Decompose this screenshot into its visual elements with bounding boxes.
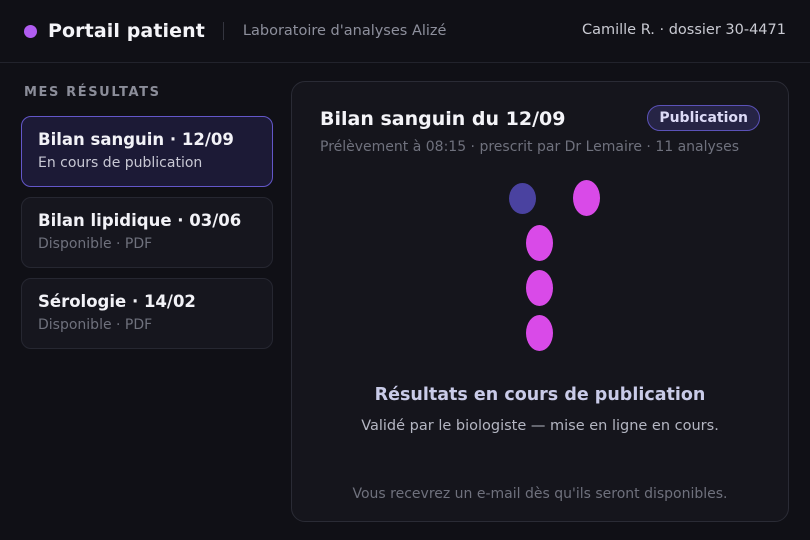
loader-dot (509, 183, 536, 214)
email-notice: Vous recevrez un e-mail dès qu'ils seron… (352, 486, 728, 502)
results-section-title: MES RÉSULTATS (24, 85, 161, 100)
header-divider (222, 22, 224, 40)
result-item-title: Bilan lipidique · 03/06 (38, 211, 242, 230)
patient-info: Camille R. · dossier 30-4471 (581, 22, 786, 38)
patient-portal-app: Portail patient Laboratoire d'analyses A… (0, 0, 810, 540)
brand-title: Portail patient (48, 20, 205, 42)
loader-dot (526, 315, 553, 351)
lab-name: Laboratoire d'analyses Alizé (242, 23, 447, 39)
status-title: Résultats en cours de publication (374, 385, 706, 405)
top-header: Portail patient Laboratoire d'analyses A… (0, 0, 810, 63)
result-item-status: Disponible · PDF (38, 236, 153, 252)
result-item-serologie[interactable]: Sérologie · 14/02 Disponible · PDF (21, 278, 273, 349)
result-item-bilan-lipidique[interactable]: Bilan lipidique · 03/06 Disponible · PDF (21, 197, 273, 268)
result-item-bilan-sanguin[interactable]: Bilan sanguin · 12/09 En cours de public… (21, 116, 273, 187)
result-detail-panel: Bilan sanguin du 12/09 Publication Prélè… (291, 81, 789, 522)
loader-dot (526, 270, 553, 306)
loader-dot (573, 180, 600, 216)
result-item-title: Sérologie · 14/02 (38, 292, 196, 311)
results-list: Bilan sanguin · 12/09 En cours de public… (21, 116, 273, 359)
status-subtitle: Validé par le biologiste — mise en ligne… (361, 418, 719, 434)
result-item-status: Disponible · PDF (38, 317, 153, 333)
loading-dots-icon (292, 82, 790, 523)
brand-dot-icon (24, 24, 37, 38)
result-item-title: Bilan sanguin · 12/09 (38, 130, 234, 149)
loader-dot (526, 225, 553, 261)
result-item-status: En cours de publication (38, 155, 203, 171)
